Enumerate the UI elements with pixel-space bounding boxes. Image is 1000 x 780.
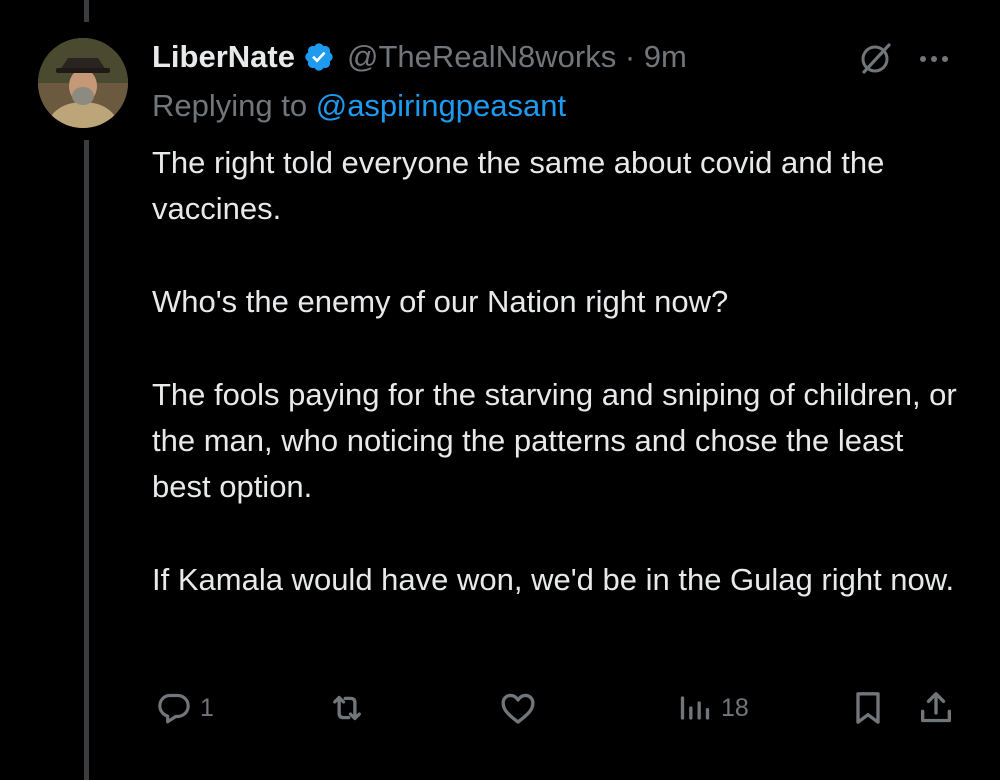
reply-icon [154, 688, 194, 728]
tweet-body: The right told everyone the same about c… [152, 140, 962, 650]
separator: · [624, 39, 636, 74]
action-bar: 1 18 [0, 680, 1000, 736]
share-icon [916, 688, 956, 728]
share-button[interactable] [916, 680, 956, 736]
heart-icon [497, 687, 539, 729]
retweet-icon [326, 687, 368, 729]
tweet-paragraph: The fools paying for the starving and sn… [152, 377, 957, 504]
tweet-paragraph: Who's the enemy of our Nation right now? [152, 284, 729, 319]
retweet-button[interactable] [326, 680, 374, 736]
tweet-header: LiberNate @TheRealN8works · 9m [152, 34, 960, 80]
author-handle[interactable]: @TheRealN8works · 9m [347, 39, 687, 75]
verified-badge-icon [303, 41, 335, 73]
views-button[interactable]: 18 [675, 680, 749, 736]
reply-count: 1 [200, 693, 214, 722]
timestamp[interactable]: 9m [644, 39, 687, 74]
tweet-paragraph: The right told everyone the same about c… [152, 145, 885, 226]
grok-icon[interactable] [856, 38, 896, 78]
bookmark-icon [848, 688, 888, 728]
bookmark-button[interactable] [848, 680, 888, 736]
analytics-icon [675, 688, 715, 728]
replying-handle-link[interactable]: @aspiringpeasant [316, 88, 566, 123]
handle-text: @TheRealN8works [346, 39, 617, 74]
views-count: 18 [721, 693, 749, 722]
replying-to: Replying to @aspiringpeasant [152, 88, 566, 124]
tweet-paragraph: If Kamala would have won, we'd be in the… [152, 562, 955, 597]
replying-prefix: Replying to [152, 88, 308, 123]
thread-line-top [84, 0, 89, 22]
avatar[interactable] [38, 38, 128, 128]
more-icon[interactable] [914, 38, 954, 78]
reply-button[interactable]: 1 [154, 680, 214, 736]
like-button[interactable] [497, 680, 545, 736]
author-name[interactable]: LiberNate [152, 39, 295, 75]
